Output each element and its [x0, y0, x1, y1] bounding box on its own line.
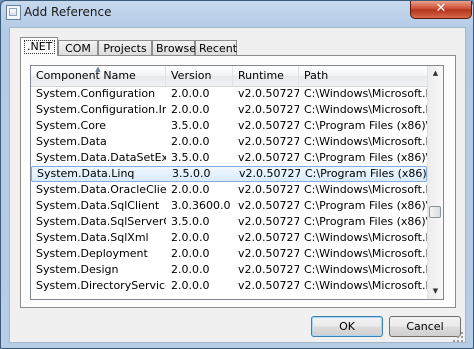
column-header-component-name[interactable]: ▲ Component Name [31, 66, 166, 86]
sort-ascending-icon: ▲ [95, 66, 101, 73]
resize-grip-icon[interactable] [453, 332, 463, 342]
component-name-cell: System.Data [36, 135, 107, 148]
table-row[interactable]: System.Configuration.Install 2.0.0.0 v2.0.… [31, 102, 427, 118]
runtime-cell: v2.0.50727 [238, 87, 299, 100]
component-name-cell: System.Configuration.Install [36, 103, 166, 116]
runtime-cell: v2.0.50727 [238, 247, 299, 260]
path-cell: C:\Program Files (x86)\Re... [304, 151, 427, 164]
version-cell: 2.0.0.0 [171, 247, 210, 260]
component-name-cell: System.Data.SqlXml [36, 231, 149, 244]
path-cell: C:\Windows\Microsoft.N... [304, 279, 427, 292]
version-cell: 2.0.0.0 [171, 279, 210, 292]
component-name-cell: System.Data.SqlServerCe [36, 215, 166, 228]
version-cell: 3.0.3600.0 [171, 199, 231, 212]
runtime-cell: v2.0.50727 [238, 279, 299, 292]
title-bar[interactable]: Add Reference ✕ [1, 1, 473, 25]
scroll-up-arrow-icon[interactable]: ▲ [428, 66, 443, 81]
tab-panel-dotnet: ▲ Component Name Version Runtime Path Sy… [20, 55, 456, 308]
tab-dotnet[interactable]: .NET [20, 37, 58, 56]
runtime-cell: v2.0.50727 [238, 231, 299, 244]
path-cell: C:\Windows\Microsoft.N... [304, 247, 427, 260]
table-row[interactable]: System.Design 2.0.0.0 v2.0.50727 C:\Windows… [31, 262, 427, 278]
version-cell: 3.5.0.0 [171, 215, 210, 228]
version-cell: 3.5.0.0 [171, 119, 210, 132]
window-title: Add Reference [24, 5, 112, 19]
version-cell: 2.0.0.0 [171, 183, 210, 196]
table-row[interactable]: System.Configuration 2.0.0.0 v2.0.50727 C:\… [31, 86, 427, 102]
path-cell: C:\Windows\Microsoft.N... [304, 87, 427, 100]
version-cell: 2.0.0.0 [171, 231, 210, 244]
path-cell: C:\Windows\Microsoft.N... [304, 103, 427, 116]
ok-button[interactable]: OK [311, 316, 383, 337]
component-name-cell: System.DirectoryServices [36, 279, 166, 292]
component-name-cell: System.Deployment [36, 247, 148, 260]
version-cell: 3.5.0.0 [172, 167, 211, 180]
column-header-runtime[interactable]: Runtime [233, 66, 299, 86]
component-list[interactable]: ▲ Component Name Version Runtime Path Sy… [30, 65, 444, 300]
runtime-cell: v2.0.50727 [238, 199, 299, 212]
path-cell: C:\Program Files (x86)\Mi... [304, 199, 427, 212]
table-row[interactable]: System.Data.OracleClient 2.0.0.0 v2.0.5072… [31, 182, 427, 198]
column-header-version[interactable]: Version [166, 66, 233, 86]
component-name-cell: System.Data.OracleClient [36, 183, 166, 196]
version-cell: 3.5.0.0 [171, 151, 210, 164]
runtime-cell: v2.0.50727 [238, 103, 299, 116]
component-name-cell: System.Design [36, 263, 119, 276]
close-button[interactable]: ✕ [410, 1, 472, 19]
cancel-button[interactable]: Cancel [389, 316, 461, 337]
table-row[interactable]: System.Deployment 2.0.0.0 v2.0.50727 C:\Win… [31, 246, 427, 262]
runtime-cell: v2.0.50727 [238, 151, 299, 164]
component-name-cell: System.Data.DataSetExtens... [36, 151, 166, 164]
table-row[interactable]: System.Data.SqlServerCe 3.5.0.0 v2.0.50727… [31, 214, 427, 230]
component-name-cell: System.Data.Linq [37, 167, 135, 180]
path-cell: C:\Program Files (x86)\Re... [305, 167, 428, 180]
table-row[interactable]: System.Data.SqlClient 3.0.3600.0 v2.0.5072… [31, 198, 427, 214]
column-header-path[interactable]: Path [299, 66, 427, 86]
table-row[interactable]: System.Data 2.0.0.0 v2.0.50727 C:\Windows\M… [31, 134, 427, 150]
runtime-cell: v2.0.50727 [238, 119, 299, 132]
path-cell: C:\Windows\Microsoft.N... [304, 135, 427, 148]
component-name-cell: System.Configuration [36, 87, 156, 100]
table-row[interactable]: System.Data.DataSetExtens... 3.5.0.0 v2.0.… [31, 150, 427, 166]
window-icon [6, 5, 21, 20]
vertical-scrollbar[interactable]: ▲ ▼ [427, 66, 443, 299]
dialog-body: .NET COM Projects Browse Recent ▲ Compon… [9, 27, 466, 343]
path-cell: C:\Program Files (x86)\Mi... [304, 215, 427, 228]
tab-recent[interactable]: Recent [195, 40, 237, 55]
runtime-cell: v2.0.50727 [239, 167, 300, 180]
table-row[interactable]: System.Data.Linq 3.5.0.0 v2.0.50727 C:\Prog… [31, 166, 428, 182]
runtime-cell: v2.0.50727 [238, 183, 299, 196]
scroll-thumb[interactable] [429, 206, 441, 218]
path-cell: C:\Program Files (x86)\Re... [304, 119, 427, 132]
runtime-cell: v2.0.50727 [238, 215, 299, 228]
table-row[interactable]: System.Core 3.5.0.0 v2.0.50727 C:\Program F… [31, 118, 427, 134]
path-cell: C:\Windows\Microsoft.N... [304, 263, 427, 276]
path-cell: C:\Windows\Microsoft.N... [304, 231, 427, 244]
scroll-down-arrow-icon[interactable]: ▼ [428, 284, 443, 299]
tab-projects[interactable]: Projects [98, 40, 152, 55]
runtime-cell: v2.0.50727 [238, 135, 299, 148]
version-cell: 2.0.0.0 [171, 135, 210, 148]
table-row[interactable]: System.DirectoryServices 2.0.0.0 v2.0.5072… [31, 278, 427, 294]
version-cell: 2.0.0.0 [171, 103, 210, 116]
component-name-cell: System.Data.SqlClient [36, 199, 160, 212]
path-cell: C:\Windows\Microsoft.N... [304, 183, 427, 196]
table-row[interactable]: System.Data.SqlXml 2.0.0.0 v2.0.50727 C:\Wi… [31, 230, 427, 246]
add-reference-dialog: Add Reference ✕ .NET COM Projects Browse… [0, 0, 474, 349]
component-name-cell: System.Core [36, 119, 106, 132]
runtime-cell: v2.0.50727 [238, 263, 299, 276]
version-cell: 2.0.0.0 [171, 87, 210, 100]
tab-browse[interactable]: Browse [152, 40, 196, 55]
list-header: ▲ Component Name Version Runtime Path [31, 66, 427, 87]
version-cell: 2.0.0.0 [171, 263, 210, 276]
tab-com[interactable]: COM [58, 40, 98, 55]
